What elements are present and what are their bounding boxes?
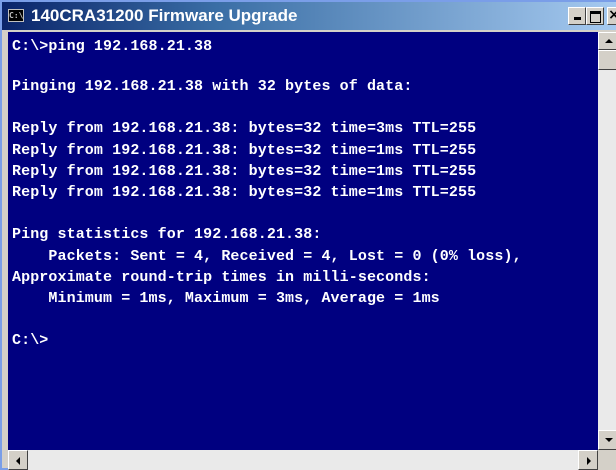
arrow-up-icon bbox=[605, 39, 613, 43]
arrow-down-icon bbox=[605, 438, 613, 442]
scrollbar-corner bbox=[598, 450, 616, 470]
console-line: Reply from 192.168.21.38: bytes=32 time=… bbox=[12, 184, 477, 201]
scroll-up-button[interactable] bbox=[598, 32, 616, 50]
vertical-scrollbar[interactable] bbox=[598, 32, 616, 450]
console-line: Reply from 192.168.21.38: bytes=32 time=… bbox=[12, 120, 477, 137]
minimize-icon bbox=[573, 17, 581, 20]
minimize-button[interactable] bbox=[568, 7, 586, 25]
horizontal-scrollbar[interactable] bbox=[8, 450, 598, 470]
console-line: Approximate round-trip times in milli-se… bbox=[12, 269, 431, 286]
console-line: Minimum = 1ms, Maximum = 3ms, Average = … bbox=[12, 290, 440, 307]
vertical-scroll-thumb[interactable] bbox=[598, 50, 616, 70]
console-line: C:\>ping 192.168.21.38 bbox=[12, 38, 213, 55]
maximize-button[interactable] bbox=[586, 7, 604, 25]
maximize-icon bbox=[589, 11, 601, 23]
console-output[interactable]: C:\>ping 192.168.21.38 Pinging 192.168.2… bbox=[8, 32, 598, 450]
arrow-right-icon bbox=[587, 457, 591, 465]
arrow-left-icon bbox=[16, 457, 20, 465]
scroll-left-button[interactable] bbox=[8, 450, 28, 470]
window-title: 140CRA31200 Firmware Upgrade bbox=[31, 6, 298, 25]
console-line: Reply from 192.168.21.38: bytes=32 time=… bbox=[12, 142, 477, 159]
console-line: Packets: Sent = 4, Received = 4, Lost = … bbox=[12, 248, 522, 265]
console-icon[interactable]: C:\ bbox=[8, 9, 24, 22]
scroll-down-button[interactable] bbox=[598, 430, 616, 450]
console-prompt: C:\> bbox=[12, 332, 49, 349]
console-line: Reply from 192.168.21.38: bytes=32 time=… bbox=[12, 163, 477, 180]
scroll-right-button[interactable] bbox=[578, 450, 598, 470]
title-bar[interactable]: C:\ 140CRA31200 Firmware Upgrade × bbox=[2, 2, 616, 30]
console-window: C:\ 140CRA31200 Firmware Upgrade × C:\>p… bbox=[0, 0, 616, 470]
console-line: Ping statistics for 192.168.21.38: bbox=[12, 226, 322, 243]
close-button[interactable]: × bbox=[607, 7, 616, 25]
console-line: Pinging 192.168.21.38 with 32 bytes of d… bbox=[12, 78, 413, 95]
